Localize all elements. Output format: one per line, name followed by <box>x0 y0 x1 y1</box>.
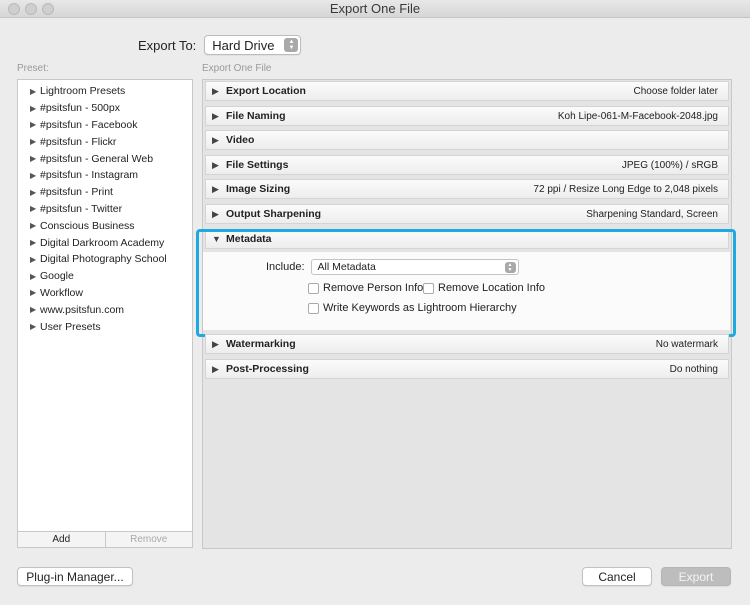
triangle-right-icon: ▶ <box>212 183 219 194</box>
section-file-naming[interactable]: ▶ File Naming Koh Lipe-061-M-Facebook-20… <box>205 106 729 126</box>
section-export-location[interactable]: ▶ Export Location Choose folder later <box>205 81 729 101</box>
triangle-right-icon[interactable]: ▶ <box>30 137 40 146</box>
triangle-right-icon[interactable]: ▶ <box>30 154 40 163</box>
main-header: Export One File <box>202 63 272 74</box>
triangle-right-icon: ▶ <box>212 110 219 121</box>
preset-item[interactable]: ▶ User Presets <box>18 318 192 335</box>
select-stepper-icon: ▲ ▼ <box>284 38 299 52</box>
triangle-right-icon[interactable]: ▶ <box>30 272 40 281</box>
add-preset-button[interactable]: Add <box>18 532 106 547</box>
triangle-right-icon: ▶ <box>212 208 219 219</box>
triangle-right-icon: ▶ <box>212 134 219 145</box>
triangle-right-icon[interactable]: ▶ <box>30 171 40 180</box>
export-to-select[interactable]: Hard Drive ▲ ▼ <box>204 35 302 55</box>
remove-preset-button[interactable]: Remove <box>105 532 192 547</box>
section-video[interactable]: ▶ Video <box>205 130 729 150</box>
zoom-window-button[interactable] <box>42 3 54 15</box>
preset-item[interactable]: ▶ #psitsfun - General Web <box>18 150 192 167</box>
preset-item[interactable]: ▶ Digital Photography School <box>18 251 192 268</box>
triangle-right-icon[interactable]: ▶ <box>30 188 40 197</box>
triangle-right-icon[interactable]: ▶ <box>30 120 40 129</box>
export-to-value: Hard Drive <box>212 37 275 53</box>
section-post-processing[interactable]: ▶ Post-Processing Do nothing <box>205 359 729 379</box>
section-watermarking[interactable]: ▶ Watermarking No watermark <box>205 334 729 354</box>
preset-item[interactable]: ▶ #psitsfun - 500px <box>18 100 192 117</box>
preset-header: Preset: <box>17 63 49 74</box>
cancel-button[interactable]: Cancel <box>582 567 652 586</box>
preset-item[interactable]: ▶ Workflow <box>18 285 192 302</box>
preset-item[interactable]: ▶ Google <box>18 268 192 285</box>
preset-item[interactable]: ▶ Lightroom Presets <box>18 83 192 100</box>
triangle-right-icon[interactable]: ▶ <box>30 305 40 314</box>
preset-item[interactable]: ▶ Conscious Business <box>18 217 192 234</box>
preset-item[interactable]: ▶ #psitsfun - Twitter <box>18 201 192 218</box>
close-window-button[interactable] <box>8 3 20 15</box>
section-output-sharpening[interactable]: ▶ Output Sharpening Sharpening Standard,… <box>205 204 729 224</box>
preset-item[interactable]: ▶ #psitsfun - Print <box>18 184 192 201</box>
metadata-highlight <box>196 229 736 337</box>
window-title: Export One File <box>329 1 421 16</box>
triangle-right-icon[interactable]: ▶ <box>30 104 40 113</box>
triangle-right-icon[interactable]: ▶ <box>30 238 40 247</box>
title-bar: Export One File <box>0 0 750 18</box>
preset-item[interactable]: ▶ www.psitsfun.com <box>18 301 192 318</box>
triangle-right-icon: ▶ <box>212 363 219 374</box>
triangle-right-icon[interactable]: ▶ <box>30 87 40 96</box>
preset-item[interactable]: ▶ Digital Darkroom Academy <box>18 234 192 251</box>
triangle-right-icon[interactable]: ▶ <box>30 288 40 297</box>
plugin-manager-button[interactable]: Plug-in Manager... <box>17 567 133 586</box>
preset-item[interactable]: ▶ #psitsfun - Instagram <box>18 167 192 184</box>
section-image-sizing[interactable]: ▶ Image Sizing 72 ppi / Resize Long Edge… <box>205 179 729 199</box>
triangle-right-icon[interactable]: ▶ <box>30 255 40 264</box>
triangle-right-icon[interactable]: ▶ <box>30 204 40 213</box>
triangle-right-icon[interactable]: ▶ <box>30 221 40 230</box>
section-file-settings[interactable]: ▶ File Settings JPEG (100%) / sRGB <box>205 155 729 175</box>
preset-item[interactable]: ▶ #psitsfun - Flickr <box>18 133 192 150</box>
triangle-right-icon: ▶ <box>212 159 219 170</box>
triangle-right-icon[interactable]: ▶ <box>30 322 40 331</box>
preset-item[interactable]: ▶ #psitsfun - Facebook <box>18 117 192 134</box>
triangle-right-icon: ▶ <box>212 338 219 349</box>
triangle-right-icon: ▶ <box>212 85 219 96</box>
preset-list[interactable]: ▶ Lightroom Presets ▶ #psitsfun - 500px ▶ #… <box>17 79 193 532</box>
export-to-label: Export To: <box>138 37 197 53</box>
export-to-row: Export To: Hard Drive ▲ ▼ <box>138 35 302 55</box>
export-button[interactable]: Export <box>661 567 731 586</box>
preset-footer: Add Remove <box>17 532 193 548</box>
minimize-window-button[interactable] <box>25 3 37 15</box>
